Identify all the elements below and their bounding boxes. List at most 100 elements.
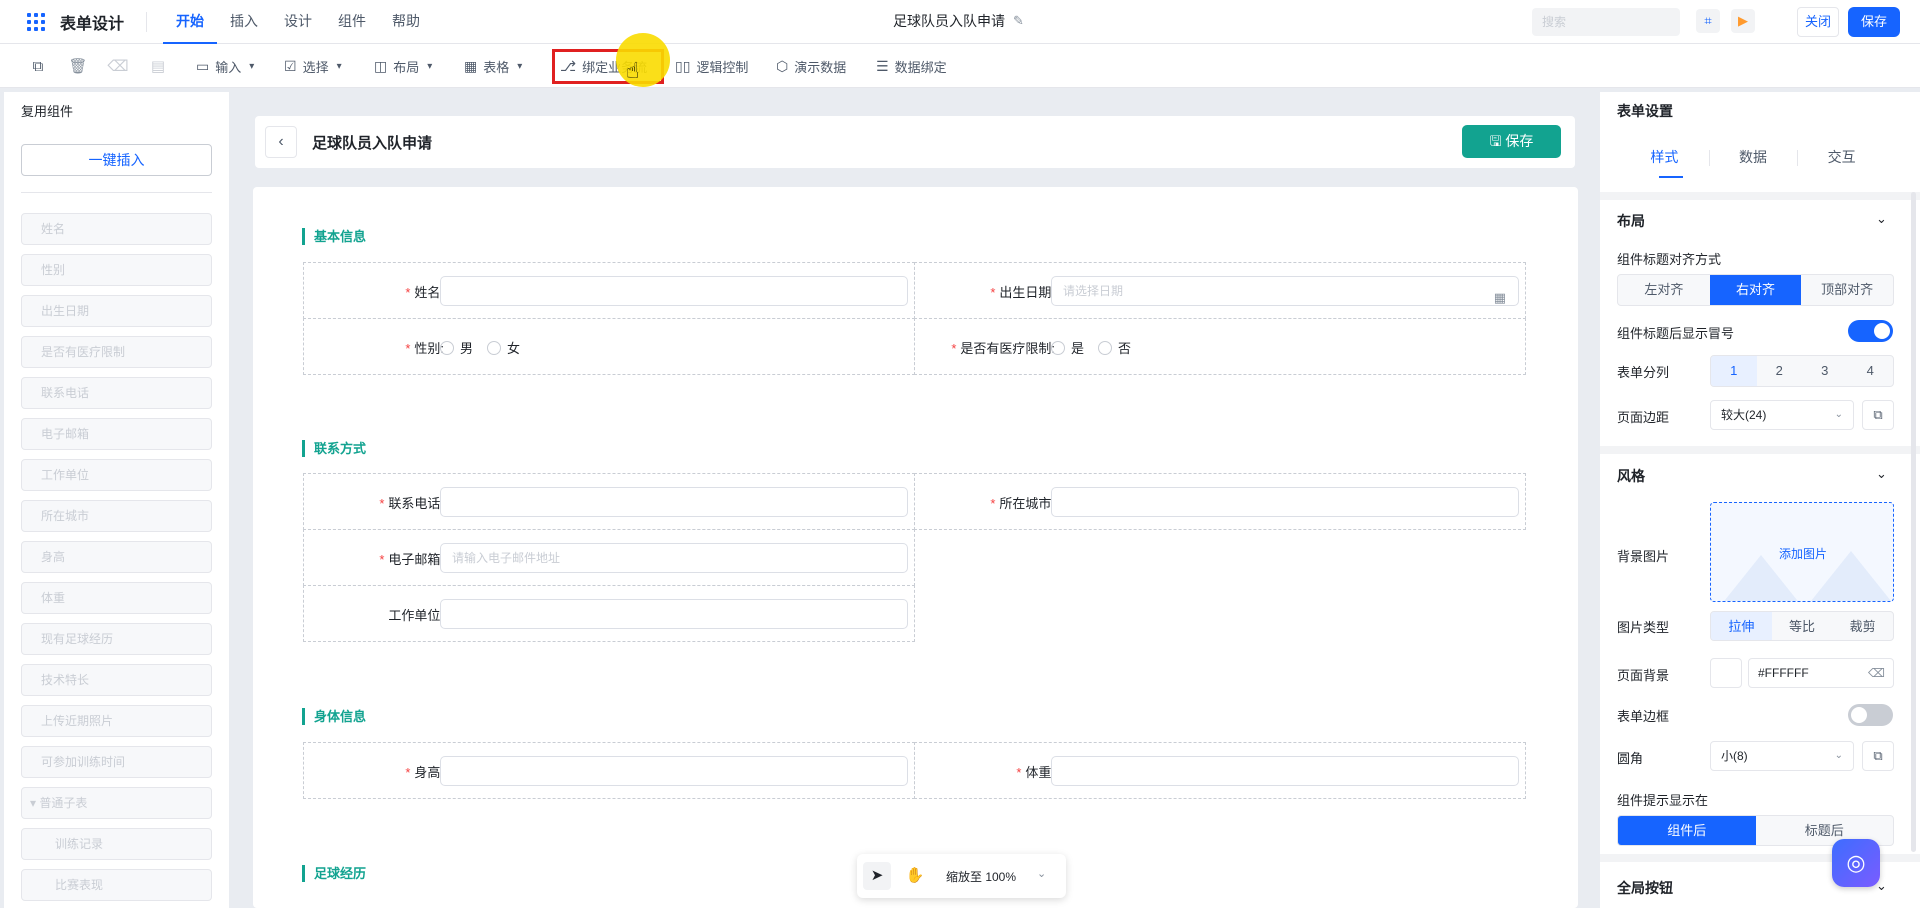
- tab-start[interactable]: 开始: [163, 0, 218, 44]
- radio-no[interactable]: 否: [1098, 338, 1131, 357]
- search-input[interactable]: 搜索: [1532, 8, 1680, 36]
- field-cell[interactable]: * 性别: 男 女: [303, 318, 915, 375]
- field-cell[interactable]: * 姓名:: [303, 262, 915, 319]
- eraser-icon[interactable]: ⌫: [107, 56, 128, 76]
- form-save-button[interactable]: 🖫 保存: [1462, 125, 1561, 158]
- columns-option[interactable]: 2: [1757, 356, 1803, 386]
- field-cell[interactable]: * 电子邮箱: 请输入电子邮件地址: [303, 529, 915, 586]
- align-top-option[interactable]: 顶部对齐: [1801, 275, 1893, 305]
- edit-icon[interactable]: ✎: [1013, 13, 1024, 29]
- component-item[interactable]: 姓名: [21, 213, 212, 245]
- component-item[interactable]: 是否有医疗限制: [21, 336, 212, 368]
- tip-option[interactable]: 组件后: [1618, 816, 1756, 845]
- scrollbar[interactable]: [1911, 192, 1916, 852]
- page-bg-input[interactable]: #FFFFFF ⌫: [1748, 658, 1894, 688]
- component-item[interactable]: 出生日期: [21, 295, 212, 327]
- hand-tool-icon[interactable]: ✋: [901, 862, 929, 890]
- play-icon[interactable]: ▶: [1731, 9, 1755, 33]
- field-cell[interactable]: * 是否有医疗限制: 是 否: [914, 318, 1526, 375]
- tab-components[interactable]: 组件: [325, 0, 379, 44]
- align-right-option[interactable]: 右对齐: [1709, 275, 1802, 305]
- section-style[interactable]: 风格: [1617, 466, 1645, 486]
- save-button[interactable]: 保存: [1848, 7, 1900, 37]
- name-input[interactable]: [440, 276, 908, 306]
- email-input[interactable]: 请输入电子邮件地址: [440, 543, 908, 573]
- component-item[interactable]: 比赛表现: [21, 869, 212, 901]
- city-input[interactable]: [1051, 487, 1519, 517]
- component-item[interactable]: 技术特长: [21, 664, 212, 696]
- radius-select[interactable]: 小(8) ⌄: [1710, 741, 1854, 771]
- select-menu[interactable]: ☑ 选择 ▾: [284, 54, 342, 78]
- logic-control-button[interactable]: ▯▯ 逻辑控制: [675, 54, 748, 78]
- radio-male[interactable]: 男: [440, 338, 473, 357]
- component-item[interactable]: 工作单位: [21, 459, 212, 491]
- close-button[interactable]: 关闭: [1797, 7, 1839, 37]
- tab-design[interactable]: 设计: [271, 0, 325, 44]
- component-item[interactable]: 所在城市: [21, 500, 212, 532]
- component-item[interactable]: 上传近期照片: [21, 705, 212, 737]
- pointer-tool-icon[interactable]: ➤: [863, 862, 891, 890]
- delete-icon[interactable]: 🗑: [68, 56, 88, 76]
- calendar-icon[interactable]: ▦: [1494, 284, 1506, 312]
- tab-interaction[interactable]: 交互: [1797, 142, 1886, 174]
- image-type-option[interactable]: 等比: [1772, 612, 1833, 640]
- section-layout[interactable]: 布局: [1617, 211, 1645, 231]
- chevron-down-icon[interactable]: ⌄: [1037, 867, 1046, 880]
- custom-radius-icon[interactable]: ⧉: [1862, 741, 1894, 771]
- tab-help[interactable]: 帮助: [379, 0, 433, 44]
- colon-toggle[interactable]: [1848, 320, 1893, 342]
- ai-assistant-icon[interactable]: ◎: [1832, 839, 1880, 887]
- color-swatch[interactable]: [1710, 658, 1742, 688]
- section-global-buttons[interactable]: 全局按钮: [1617, 878, 1673, 898]
- tab-data[interactable]: 数据: [1708, 142, 1798, 174]
- field-cell[interactable]: * 体重:: [914, 742, 1526, 799]
- insert-all-button[interactable]: 一键插入: [21, 144, 212, 176]
- birth-date-input[interactable]: 请选择日期 ▦: [1051, 276, 1519, 306]
- height-input[interactable]: [440, 756, 908, 786]
- phone-input[interactable]: [440, 487, 908, 517]
- field-cell[interactable]: * 身高:: [303, 742, 915, 799]
- input-menu[interactable]: ▭ 输入 ▾: [196, 54, 254, 78]
- align-left-option[interactable]: 左对齐: [1618, 275, 1710, 305]
- copy-icon[interactable]: ⧉: [28, 56, 48, 76]
- component-item[interactable]: 电子邮箱: [21, 418, 212, 450]
- image-type-option[interactable]: 裁剪: [1832, 612, 1893, 640]
- weight-input[interactable]: [1051, 756, 1519, 786]
- back-arrow-icon[interactable]: ‹: [265, 126, 297, 158]
- columns-option[interactable]: 1: [1711, 356, 1757, 386]
- radio-female[interactable]: 女: [487, 338, 520, 357]
- image-type-option[interactable]: 拉伸: [1711, 612, 1772, 640]
- scan-icon[interactable]: ⌗: [1696, 9, 1720, 33]
- tab-style[interactable]: 样式: [1620, 142, 1709, 178]
- eyedropper-icon[interactable]: ⌫: [1868, 659, 1885, 687]
- component-item[interactable]: 可参加训练时间: [21, 746, 212, 778]
- data-binding-button[interactable]: ☰ 数据绑定: [876, 54, 947, 78]
- apps-grid-icon[interactable]: [26, 12, 46, 32]
- columns-option[interactable]: 4: [1848, 356, 1894, 386]
- field-cell[interactable]: 工作单位:: [303, 585, 915, 642]
- clear-icon[interactable]: ▤: [148, 56, 168, 76]
- component-item[interactable]: 体重: [21, 582, 212, 614]
- component-item[interactable]: 性别: [21, 254, 212, 286]
- margin-select[interactable]: 较大(24) ⌄: [1710, 400, 1854, 430]
- component-item[interactable]: 现有足球经历: [21, 623, 212, 655]
- component-item[interactable]: 训练记录: [21, 828, 212, 860]
- layout-menu[interactable]: ◫ 布局 ▾: [374, 54, 432, 78]
- field-cell[interactable]: * 所在城市:: [914, 473, 1526, 530]
- columns-option[interactable]: 3: [1802, 356, 1848, 386]
- radio-yes[interactable]: 是: [1051, 338, 1084, 357]
- demo-data-button[interactable]: ⬡ 演示数据: [776, 54, 846, 78]
- zoom-level[interactable]: 缩放至 100%: [946, 868, 1016, 885]
- component-item[interactable]: 身高: [21, 541, 212, 573]
- tab-insert[interactable]: 插入: [217, 0, 271, 44]
- field-cell[interactable]: * 出生日期: 请选择日期 ▦: [914, 262, 1526, 319]
- chevron-down-icon[interactable]: ⌄: [1876, 466, 1887, 482]
- table-menu[interactable]: ▦ 表格 ▾: [464, 54, 522, 78]
- chevron-down-icon[interactable]: ⌄: [1876, 211, 1887, 227]
- bg-image-upload[interactable]: 添加图片: [1710, 502, 1894, 602]
- component-group[interactable]: ▾ 普通子表: [21, 787, 212, 819]
- component-item[interactable]: 联系电话: [21, 377, 212, 409]
- border-toggle[interactable]: [1848, 704, 1893, 726]
- work-input[interactable]: [440, 599, 908, 629]
- field-cell[interactable]: * 联系电话:: [303, 473, 915, 530]
